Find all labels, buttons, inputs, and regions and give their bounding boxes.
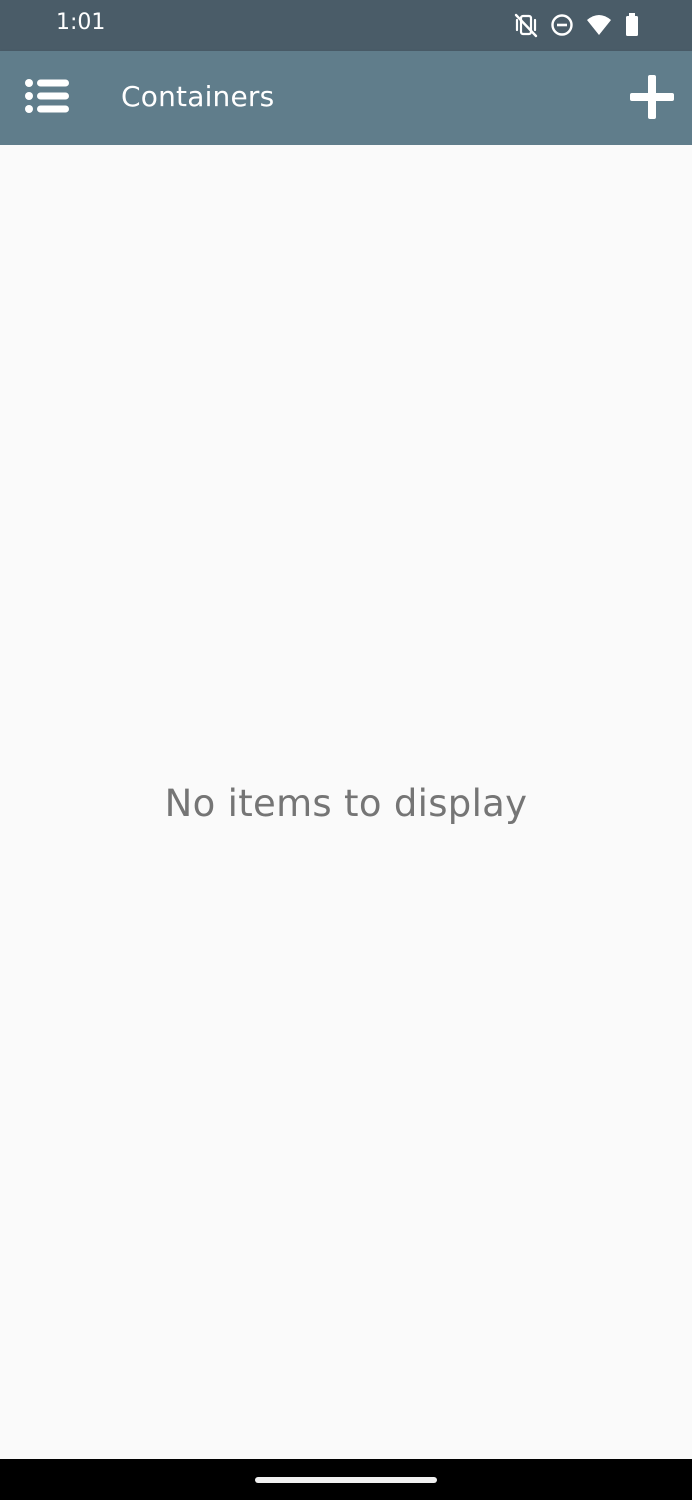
- battery-icon: [624, 12, 640, 38]
- home-indicator[interactable]: [255, 1477, 437, 1483]
- status-icons: [514, 12, 640, 38]
- menu-button[interactable]: [18, 72, 76, 124]
- empty-state-message: No items to display: [164, 782, 528, 825]
- containers-list: No items to display: [0, 145, 692, 1459]
- status-bar: 1:01: [0, 0, 692, 51]
- list-menu-icon: [23, 76, 71, 120]
- wifi-icon: [586, 12, 612, 38]
- add-container-button[interactable]: [624, 71, 680, 127]
- vibrate-off-icon: [514, 12, 538, 38]
- status-time: 1:01: [56, 10, 106, 35]
- plus-icon: [628, 73, 676, 125]
- do-not-disturb-icon: [550, 12, 574, 38]
- screen: 1:01 Containers No items to display: [0, 0, 692, 1500]
- app-bar: Containers: [0, 51, 692, 145]
- navigation-bar: [0, 1459, 692, 1500]
- page-title: Containers: [121, 80, 275, 113]
